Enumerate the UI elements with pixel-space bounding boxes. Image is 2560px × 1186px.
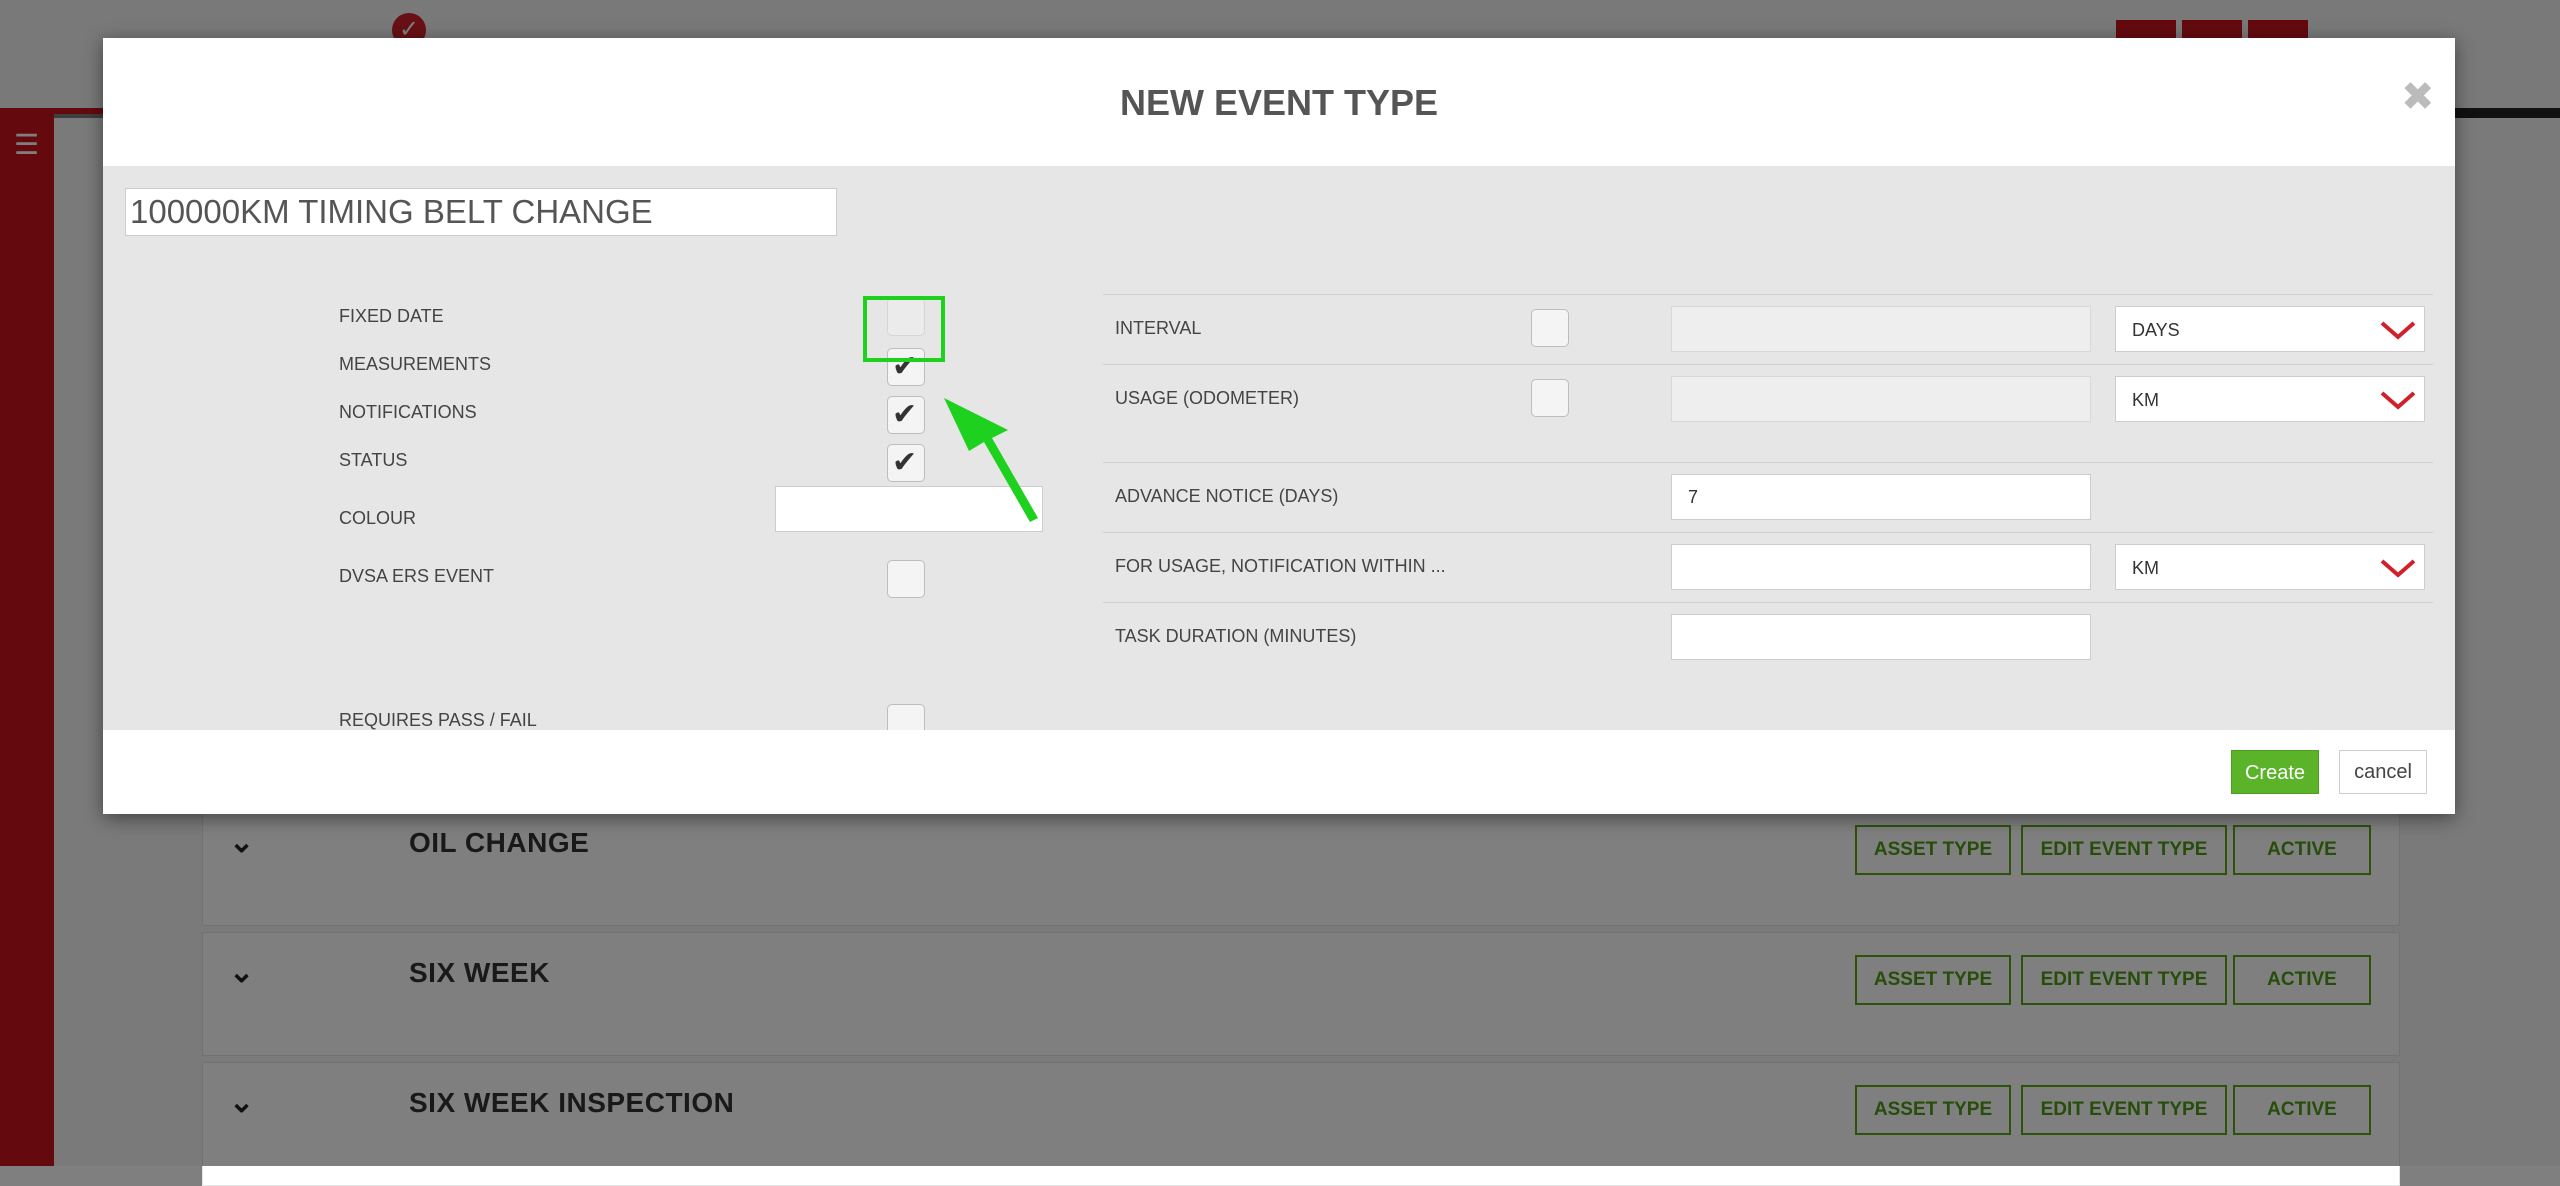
interval-label: INTERVAL	[1115, 318, 1202, 338]
cancel-button[interactable]: cancel	[2339, 750, 2427, 794]
divider	[1103, 462, 2433, 463]
divider	[1103, 294, 2433, 295]
chevron-down-icon	[2380, 391, 2416, 410]
usage-notification-unit-select[interactable]: KM	[2115, 544, 2425, 590]
divider	[1103, 602, 2433, 603]
usage-unit-select[interactable]: KM	[2115, 376, 2425, 422]
modal-header: NEW EVENT TYPE ✖	[103, 38, 2455, 167]
modal-body: FIXED DATE MEASUREMENTS NOTIFICATIONS ST…	[103, 166, 2455, 742]
interval-unit-value: DAYS	[2132, 320, 2180, 340]
modal-footer	[103, 730, 2455, 814]
usage-notification-input[interactable]	[1671, 544, 2091, 590]
advance-notice-label: ADVANCE NOTICE (DAYS)	[1115, 486, 1339, 506]
interval-checkbox[interactable]	[1531, 309, 1569, 347]
task-duration-label: TASK DURATION (MINUTES)	[1115, 626, 1357, 646]
advance-notice-input[interactable]	[1671, 474, 2091, 520]
task-duration-input[interactable]	[1671, 614, 2091, 660]
close-icon[interactable]: ✖	[2401, 74, 2435, 120]
divider	[1103, 532, 2433, 533]
modal-title: NEW EVENT TYPE	[1119, 82, 1439, 123]
create-button[interactable]: Create	[2231, 750, 2319, 794]
interval-unit-select[interactable]: DAYS	[2115, 306, 2425, 352]
chevron-down-icon	[2380, 559, 2416, 578]
usage-odometer-input[interactable]	[1671, 376, 2091, 422]
usage-odometer-checkbox[interactable]	[1531, 379, 1569, 417]
interval-input[interactable]	[1671, 306, 2091, 352]
usage-unit-value: KM	[2132, 390, 2159, 410]
chevron-down-icon	[2380, 321, 2416, 340]
usage-notification-unit-value: KM	[2132, 558, 2159, 578]
divider	[1103, 364, 2433, 365]
usage-odometer-label: USAGE (ODOMETER)	[1115, 388, 1300, 408]
usage-notification-label: FOR USAGE, NOTIFICATION WITHIN ...	[1115, 556, 1446, 576]
new-event-type-modal: NEW EVENT TYPE ✖ FIXED DATE MEASUREMENTS…	[103, 38, 2455, 814]
